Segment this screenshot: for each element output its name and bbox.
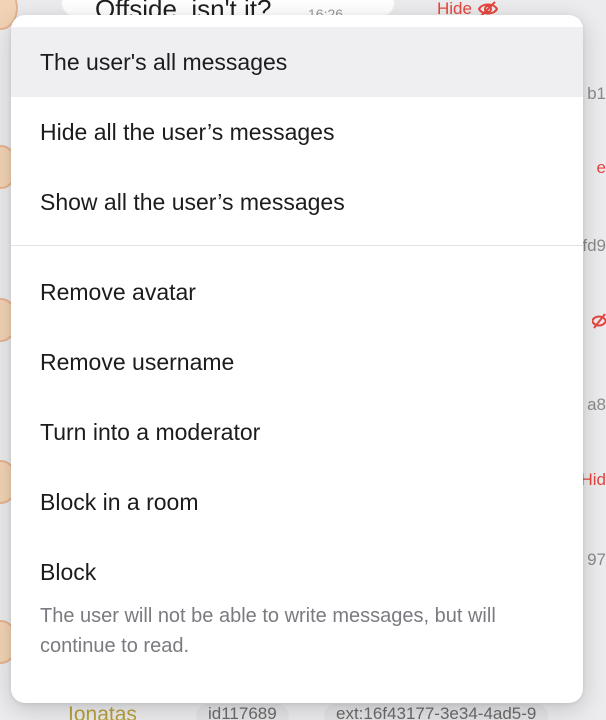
menu-item-remove-username[interactable]: Remove username (11, 327, 583, 397)
background-fragment: a8 (587, 395, 606, 414)
background-fragment: Hid (580, 470, 606, 489)
menu-item-hide-all-messages[interactable]: Hide all the user’s messages (11, 97, 583, 167)
menu-item-block[interactable]: Block The user will not be able to write… (11, 545, 583, 675)
bottom-ext-badge: ext:16f43177-3e34-4ad5-9 (324, 704, 549, 720)
background-fragment: fd9 (582, 236, 606, 255)
block-description: The user will not be able to write messa… (40, 605, 496, 657)
menu-item-make-moderator[interactable]: Turn into a moderator (11, 397, 583, 467)
menu-item-remove-avatar[interactable]: Remove avatar (11, 257, 583, 327)
block-label: Block (40, 559, 97, 585)
bottom-username: Ionatas (68, 703, 137, 720)
menu-item-user-all-messages[interactable]: The user's all messages (11, 27, 583, 97)
background-fragment: e (596, 158, 606, 177)
menu-item-block-in-room[interactable]: Block in a room (11, 467, 583, 537)
user-context-menu: The user's all messages Hide all the use… (11, 15, 583, 703)
background-fragment: b1 (587, 84, 606, 103)
menu-item-show-all-messages[interactable]: Show all the user’s messages (11, 167, 583, 237)
bottom-id-badge: id117689 (196, 704, 289, 720)
background-fragment: 97 (587, 550, 606, 569)
menu-divider (11, 245, 583, 246)
eye-off-icon (590, 312, 606, 335)
